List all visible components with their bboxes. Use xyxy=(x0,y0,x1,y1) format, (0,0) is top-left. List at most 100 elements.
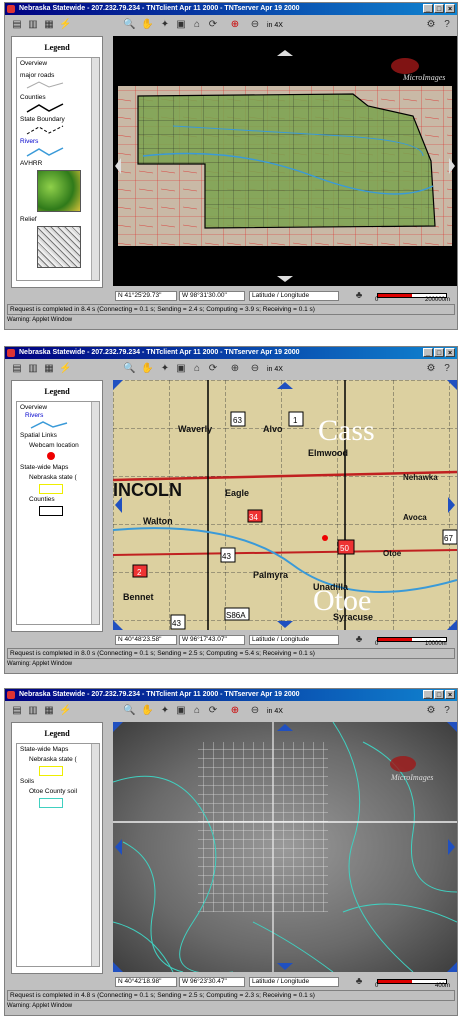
tool-icon[interactable]: ⚡ xyxy=(59,19,71,31)
legend-item-nebraska-state[interactable]: Nebraska state ( xyxy=(29,756,77,763)
legend-item-avhrr[interactable]: AVHRR xyxy=(20,160,42,167)
title-bar[interactable]: Nebraska Statewide - 207.232.79.234 - TN… xyxy=(5,3,457,15)
legend-item-rivers[interactable]: Rivers xyxy=(20,138,38,145)
legend-item-counties[interactable]: Counties xyxy=(29,496,55,503)
zoom-in-icon[interactable]: 🔍 xyxy=(123,705,135,717)
map-window-icon[interactable]: ▤ xyxy=(11,705,23,717)
tool-icon[interactable]: ⚡ xyxy=(59,705,71,717)
legend-item-counties[interactable]: Counties xyxy=(20,94,46,101)
close-button[interactable]: × xyxy=(445,348,455,357)
pan-icon[interactable]: ✋ xyxy=(141,19,153,31)
settings-icon[interactable]: ⚙ xyxy=(425,19,437,31)
zoom-out-icon[interactable]: ⊖ xyxy=(249,705,261,717)
measure-icon[interactable]: ✦ xyxy=(159,19,171,31)
legend-item-state-boundary[interactable]: State Boundary xyxy=(20,116,65,123)
scale-tool-icon[interactable]: ♣ xyxy=(353,976,365,988)
legend-item-overview[interactable]: Overview xyxy=(20,404,47,411)
scale-label: 10000m xyxy=(425,641,447,647)
title-bar[interactable]: Nebraska Statewide - 207.232.79.234 - TN… xyxy=(5,347,457,359)
legend-scrollbar[interactable] xyxy=(91,744,99,966)
legend-item-statewide-maps[interactable]: State-wide Maps xyxy=(20,464,68,471)
minimize-button[interactable]: _ xyxy=(423,348,433,357)
hwy-shield-34: 34 xyxy=(247,509,263,523)
print-icon[interactable]: ▣ xyxy=(175,363,187,375)
settings-icon[interactable]: ⚙ xyxy=(425,705,437,717)
measure-icon[interactable]: ✦ xyxy=(159,705,171,717)
pan-icon[interactable]: ✋ xyxy=(141,363,153,375)
legend-title: Legend xyxy=(44,43,70,52)
home-icon[interactable]: ⌂ xyxy=(191,705,203,717)
scale-tool-icon[interactable]: ♣ xyxy=(353,634,365,646)
map-canvas[interactable]: MicroImages xyxy=(113,36,457,286)
legend-scrollbar[interactable] xyxy=(91,402,99,624)
settings-icon[interactable]: ⚙ xyxy=(425,363,437,375)
legend-icon[interactable]: ▥ xyxy=(27,705,39,717)
layers-icon[interactable]: ▦ xyxy=(43,363,55,375)
print-icon[interactable]: ▣ xyxy=(175,19,187,31)
legend-item-relief[interactable]: Relief xyxy=(20,216,37,223)
tool-icon[interactable]: ⚡ xyxy=(59,363,71,375)
home-icon[interactable]: ⌂ xyxy=(191,19,203,31)
maximize-button[interactable]: □ xyxy=(434,4,444,13)
refresh-icon[interactable]: ⟳ xyxy=(207,705,219,717)
zoom-in-icon[interactable]: 🔍 xyxy=(123,19,135,31)
status-message: Request is completed in 4.8 s (Connectin… xyxy=(7,990,455,1001)
map-view[interactable]: MicroImages xyxy=(113,722,457,972)
projection-select[interactable]: Latitude / Longitude xyxy=(249,291,339,301)
help-icon[interactable]: ? xyxy=(441,705,453,717)
print-icon[interactable]: ▣ xyxy=(175,705,187,717)
measure-icon[interactable]: ✦ xyxy=(159,363,171,375)
map-window-icon[interactable]: ▤ xyxy=(11,363,23,375)
legend-item-spatial-links[interactable]: Spatial Links xyxy=(20,432,57,439)
close-button[interactable]: × xyxy=(445,690,455,699)
map-window-icon[interactable]: ▤ xyxy=(11,19,23,31)
town-label-walton: Walton xyxy=(143,516,173,526)
webcam-marker xyxy=(47,452,55,460)
legend-scrollbar[interactable] xyxy=(91,58,99,280)
legend-item-rivers[interactable]: Rivers xyxy=(25,412,43,419)
map-view[interactable]: MicroImages xyxy=(113,36,457,286)
toolbar: ▤ ▥ ▦ ⚡ 🔍 ✋ ✦ ▣ ⌂ ⟳ ⊕ ⊖ in 4X ⚙ ? xyxy=(5,360,457,380)
zoom-box-icon[interactable]: ⊕ xyxy=(229,705,241,717)
legend-item-overview[interactable]: Overview xyxy=(20,60,47,67)
applet-warning: Warning: Applet Window xyxy=(7,661,73,667)
hwy-shield-1: 1 xyxy=(288,411,304,427)
home-icon[interactable]: ⌂ xyxy=(191,363,203,375)
legend-item-otoe-soils[interactable]: Otoe County soil xyxy=(29,788,77,795)
projection-select[interactable]: Latitude / Longitude xyxy=(249,635,339,645)
scale-tool-icon[interactable]: ♣ xyxy=(353,290,365,302)
projection-select[interactable]: Latitude / Longitude xyxy=(249,977,339,987)
webcam-location-marker[interactable] xyxy=(322,535,328,541)
legend-item-major-roads[interactable]: major roads xyxy=(20,72,54,79)
maximize-button[interactable]: □ xyxy=(434,690,444,699)
legend-item-statewide-maps[interactable]: State-wide Maps xyxy=(20,746,68,753)
maximize-button[interactable]: □ xyxy=(434,348,444,357)
help-icon[interactable]: ? xyxy=(441,19,453,31)
minimize-button[interactable]: _ xyxy=(423,690,433,699)
refresh-icon[interactable]: ⟳ xyxy=(207,363,219,375)
scale-zero: 0 xyxy=(375,641,379,647)
layers-icon[interactable]: ▦ xyxy=(43,19,55,31)
zoom-out-icon[interactable]: ⊖ xyxy=(249,363,261,375)
pan-icon[interactable]: ✋ xyxy=(141,705,153,717)
zoom-box-icon[interactable]: ⊕ xyxy=(229,19,241,31)
map-canvas[interactable]: Cass Otoe INCOLN Waverly Alvo Elmwood Ea… xyxy=(113,380,457,630)
close-button[interactable]: × xyxy=(445,4,455,13)
zoom-in-icon[interactable]: 🔍 xyxy=(123,363,135,375)
title-bar[interactable]: Nebraska Statewide - 207.232.79.234 - TN… xyxy=(5,689,457,701)
help-icon[interactable]: ? xyxy=(441,363,453,375)
refresh-icon[interactable]: ⟳ xyxy=(207,19,219,31)
zoom-out-icon[interactable]: ⊖ xyxy=(249,19,261,31)
map-canvas[interactable]: MicroImages xyxy=(113,722,457,972)
zoom-box-icon[interactable]: ⊕ xyxy=(229,363,241,375)
legend-item-webcam[interactable]: Webcam location xyxy=(29,442,79,449)
legend-icon[interactable]: ▥ xyxy=(27,363,39,375)
minimize-button[interactable]: _ xyxy=(423,4,433,13)
scale-zero: 0 xyxy=(375,983,379,989)
legend-item-soils[interactable]: Soils xyxy=(20,778,34,785)
legend-item-nebraska-state[interactable]: Nebraska state ( xyxy=(29,474,77,481)
layers-icon[interactable]: ▦ xyxy=(43,705,55,717)
map-view[interactable]: Cass Otoe INCOLN Waverly Alvo Elmwood Ea… xyxy=(113,380,457,630)
applet-window-3: Nebraska Statewide - 207.232.79.234 - TN… xyxy=(4,688,458,1016)
legend-icon[interactable]: ▥ xyxy=(27,19,39,31)
